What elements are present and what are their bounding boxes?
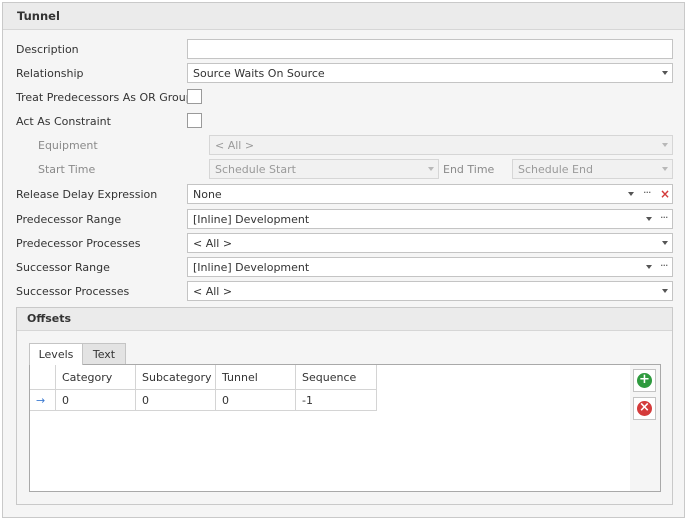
predecessor-processes-dropdown[interactable]: < All > <box>187 233 673 253</box>
successor-processes-label: Successor Processes <box>16 285 130 298</box>
relationship-dropdown[interactable]: Source Waits On Source <box>187 63 673 83</box>
predecessor-range-label: Predecessor Range <box>16 213 122 226</box>
successor-range-label: Successor Range <box>16 261 110 274</box>
ellipsis-icon[interactable]: ··· <box>643 186 651 199</box>
row-indicator[interactable]: → <box>30 390 56 411</box>
table-cell-sequence[interactable]: -1 <box>296 390 377 411</box>
remove-row-button[interactable]: × <box>633 397 656 420</box>
chevron-down-icon[interactable] <box>646 217 652 221</box>
panel-header: Tunnel <box>3 3 684 30</box>
tab-levels[interactable]: Levels <box>29 343 83 365</box>
successor-range-dropdown[interactable]: [Inline] Development ··· <box>187 257 673 277</box>
successor-processes-dropdown[interactable]: < All > <box>187 281 673 301</box>
start-time-value: Schedule Start <box>215 163 296 176</box>
start-time-label: Start Time <box>38 163 96 176</box>
chevron-down-icon[interactable] <box>662 167 668 171</box>
column-header-tunnel[interactable]: Tunnel <box>216 365 296 390</box>
chevron-down-icon[interactable] <box>662 143 668 147</box>
levels-grid: Category Subcategory Tunnel Sequence → 0… <box>29 364 632 492</box>
tab-text[interactable]: Text <box>82 343 126 364</box>
release-delay-dropdown[interactable]: None ··· × <box>187 184 673 204</box>
predecessor-range-dropdown[interactable]: [Inline] Development ··· <box>187 209 673 229</box>
table-cell-category[interactable]: 0 <box>56 390 136 411</box>
end-time-value: Schedule End <box>518 163 593 176</box>
treat-predecessors-checkbox[interactable] <box>187 89 202 104</box>
start-time-dropdown[interactable]: Schedule Start <box>209 159 439 179</box>
release-delay-label: Release Delay Expression <box>16 188 158 201</box>
column-header-sequence[interactable]: Sequence <box>296 365 377 390</box>
predecessor-range-value: [Inline] Development <box>193 213 310 226</box>
act-as-constraint-label: Act As Constraint <box>16 115 111 128</box>
equipment-value: < All > <box>215 139 255 152</box>
offsets-title: Offsets <box>27 312 72 325</box>
chevron-down-icon[interactable] <box>662 71 668 75</box>
chevron-down-icon[interactable] <box>628 192 634 196</box>
equipment-dropdown[interactable]: < All > <box>209 135 673 155</box>
add-circle-icon: + <box>637 373 652 388</box>
column-header-subcategory[interactable]: Subcategory <box>136 365 216 390</box>
predecessor-processes-label: Predecessor Processes <box>16 237 141 250</box>
relationship-value: Source Waits On Source <box>193 67 325 80</box>
description-input[interactable] <box>187 39 673 59</box>
row-indicator-header <box>30 365 56 390</box>
successor-processes-value: < All > <box>193 285 233 298</box>
equipment-label: Equipment <box>38 139 98 152</box>
end-time-dropdown[interactable]: Schedule End <box>512 159 673 179</box>
chevron-down-icon[interactable] <box>662 289 668 293</box>
treat-predecessors-label: Treat Predecessors As OR Group <box>16 91 193 104</box>
column-header-category[interactable]: Category <box>56 365 136 390</box>
end-time-label: End Time <box>443 163 495 176</box>
table-cell-tunnel[interactable]: 0 <box>216 390 296 411</box>
table-cell-subcategory[interactable]: 0 <box>136 390 216 411</box>
arrow-right-icon: → <box>36 394 46 407</box>
description-label: Description <box>16 43 79 56</box>
act-as-constraint-checkbox[interactable] <box>187 113 202 128</box>
relationship-label: Relationship <box>16 67 84 80</box>
ellipsis-icon[interactable]: ··· <box>660 211 668 224</box>
clear-icon[interactable]: × <box>660 187 670 201</box>
successor-range-value: [Inline] Development <box>193 261 310 274</box>
grid-toolbar: + × <box>630 364 661 492</box>
remove-circle-icon: × <box>637 401 652 416</box>
ellipsis-icon[interactable]: ··· <box>660 259 668 272</box>
release-delay-value: None <box>193 188 222 201</box>
chevron-down-icon[interactable] <box>662 241 668 245</box>
offsets-header: Offsets <box>17 308 672 331</box>
predecessor-processes-value: < All > <box>193 237 233 250</box>
add-row-button[interactable]: + <box>633 369 656 392</box>
chevron-down-icon[interactable] <box>428 167 434 171</box>
panel-title: Tunnel <box>17 9 60 23</box>
chevron-down-icon[interactable] <box>646 265 652 269</box>
